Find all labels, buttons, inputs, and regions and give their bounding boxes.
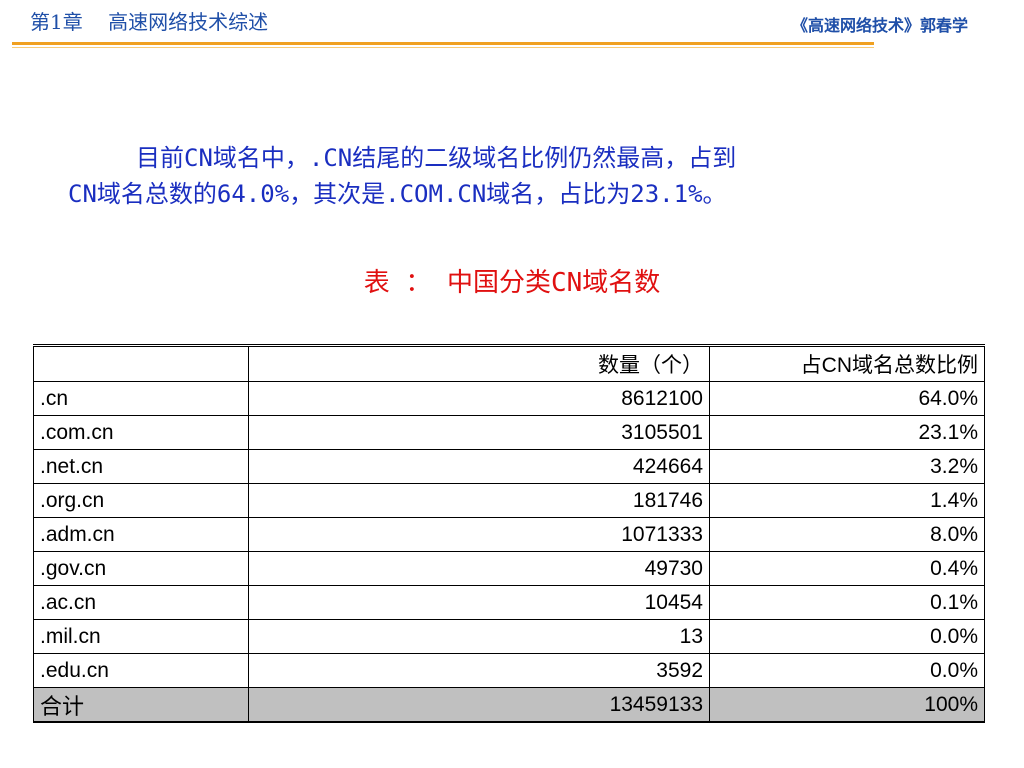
table-row: .org.cn 181746 1.4% — [33, 483, 985, 518]
table-row: .edu.cn 3592 0.0% — [33, 653, 985, 688]
domain-count-cell: 8612100 — [248, 381, 710, 416]
table-row: .gov.cn 49730 0.4% — [33, 551, 985, 586]
table-header-row: 数量（个） 占CN域名总数比例 — [33, 344, 985, 382]
domain-name-cell: .gov.cn — [33, 551, 249, 586]
total-ratio-cell: 100% — [709, 687, 985, 723]
domain-ratio-cell: 0.4% — [709, 551, 985, 586]
header-cell-name — [33, 344, 249, 382]
domain-name-cell: .mil.cn — [33, 619, 249, 654]
table-row: .cn 8612100 64.0% — [33, 381, 985, 416]
domain-count-cell: 1071333 — [248, 517, 710, 552]
header-cell-count: 数量（个） — [248, 344, 710, 382]
domain-ratio-cell: 1.4% — [709, 483, 985, 518]
table-total-row: 合计 13459133 100% — [33, 687, 985, 723]
table-row: .adm.cn 1071333 8.0% — [33, 517, 985, 552]
domain-name-cell: .adm.cn — [33, 517, 249, 552]
intro-paragraph: 目前CN域名中，.CN结尾的二级域名比例仍然最高，占到 CN域名总数的64.0%… — [68, 140, 988, 212]
domain-ratio-cell: 0.1% — [709, 585, 985, 620]
domain-count-cell: 181746 — [248, 483, 710, 518]
domain-count-cell: 3592 — [248, 653, 710, 688]
domain-count-cell: 49730 — [248, 551, 710, 586]
intro-line-2: CN域名总数的64.0%，其次是.COM.CN域名，占比为23.1%。 — [68, 180, 727, 208]
domain-ratio-cell: 3.2% — [709, 449, 985, 484]
book-credit: 《高速网络技术》郭春学 — [791, 16, 968, 35]
total-count-cell: 13459133 — [248, 687, 710, 723]
domain-name-cell: .edu.cn — [33, 653, 249, 688]
domain-ratio-cell: 23.1% — [709, 415, 985, 450]
domain-ratio-cell: 8.0% — [709, 517, 985, 552]
table-row: .net.cn 424664 3.2% — [33, 449, 985, 484]
table-row: .ac.cn 10454 0.1% — [33, 585, 985, 620]
domain-count-cell: 424664 — [248, 449, 710, 484]
domain-name-cell: .net.cn — [33, 449, 249, 484]
table-caption: 表 ： 中国分类CN域名数 — [363, 268, 661, 298]
domain-ratio-cell: 64.0% — [709, 381, 985, 416]
domain-table: 数量（个） 占CN域名总数比例 .cn 8612100 64.0% .com.c… — [33, 344, 985, 723]
domain-name-cell: .cn — [33, 381, 249, 416]
domain-ratio-cell: 0.0% — [709, 619, 985, 654]
domain-count-cell: 10454 — [248, 585, 710, 620]
table-row: .mil.cn 13 0.0% — [33, 619, 985, 654]
header-cell-ratio: 占CN域名总数比例 — [709, 344, 985, 382]
total-label-cell: 合计 — [33, 687, 249, 723]
header-divider — [12, 42, 874, 45]
domain-name-cell: .com.cn — [33, 415, 249, 450]
chapter-title: 第1章 高速网络技术综述 — [30, 10, 269, 34]
domain-count-cell: 13 — [248, 619, 710, 654]
intro-line-1: 目前CN域名中，.CN结尾的二级域名比例仍然最高，占到 — [136, 144, 737, 172]
table-row: .com.cn 3105501 23.1% — [33, 415, 985, 450]
domain-name-cell: .org.cn — [33, 483, 249, 518]
domain-ratio-cell: 0.0% — [709, 653, 985, 688]
domain-count-cell: 3105501 — [248, 415, 710, 450]
header-divider-thin — [12, 47, 874, 48]
domain-name-cell: .ac.cn — [33, 585, 249, 620]
